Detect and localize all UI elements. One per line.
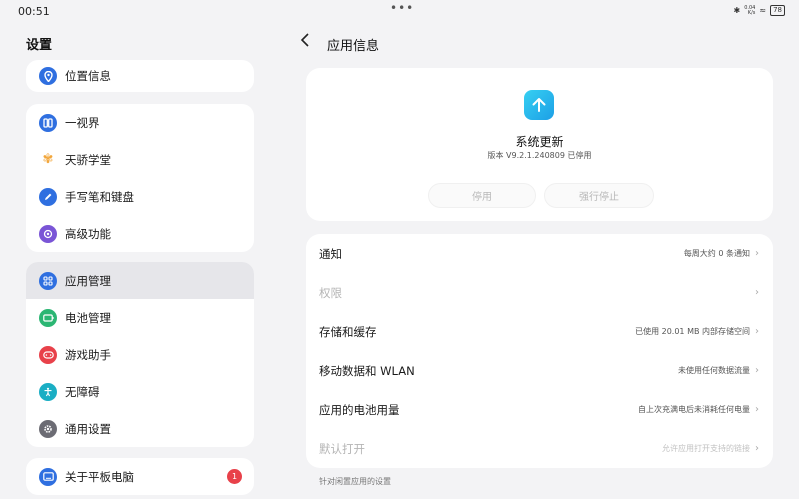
setting-label: 移动数据和 WLAN: [319, 363, 415, 378]
advanced-icon: [39, 224, 57, 243]
chevron-right-icon: ›: [755, 287, 759, 298]
apps-icon: [39, 271, 57, 290]
location-icon: [39, 67, 57, 85]
setting-row-notifications[interactable]: 通知 每周大约 0 条通知 ›: [306, 234, 773, 273]
status-icons: ✱ 0.04 K/s ≈ 78: [734, 5, 785, 16]
sidebar-item-label: 手写笔和键盘: [65, 189, 134, 204]
setting-row-storage[interactable]: 存储和缓存 已使用 20.01 MB 内部存储空间 ›: [306, 312, 773, 351]
setting-row-mobile-data[interactable]: 移动数据和 WLAN 未使用任何数据流量 ›: [306, 351, 773, 390]
setting-value-wrap: 允许应用打开支持的链接 ›: [662, 443, 759, 454]
setting-value: 自上次充满电后未消耗任何电量: [638, 405, 750, 414]
pen-icon: [39, 187, 57, 206]
settings-group-about: 关于平板电脑 1: [26, 458, 254, 495]
gear-icon: [39, 419, 57, 438]
tablet-icon: [39, 467, 57, 486]
force-stop-button[interactable]: 强行停止: [544, 183, 654, 208]
app-header-card: 系统更新 版本 V9.2.1.240809 已停用 停用 强行停止: [306, 68, 773, 221]
setting-row-permissions[interactable]: 权限 ›: [306, 273, 773, 312]
battery-indicator: 78: [770, 5, 785, 16]
sidebar-item-label: 无障碍: [65, 384, 100, 399]
sidebar-item-label: 天骄学堂: [65, 152, 111, 167]
sidebar-title: 设置: [26, 38, 53, 53]
setting-label: 权限: [319, 285, 342, 300]
setting-value-wrap: 已使用 20.01 MB 内部存储空间 ›: [635, 326, 759, 337]
settings-group-system: 应用管理 电池管理 游戏助手 无障碍 通用设置: [26, 262, 254, 447]
butterfly-icon: ✾: [42, 152, 54, 167]
sidebar-item-label: 游戏助手: [65, 347, 111, 362]
accessibility-icon: [39, 382, 57, 401]
sidebar-item-label: 一视界: [65, 115, 100, 130]
split-screen-icon: [39, 113, 57, 132]
chevron-right-icon: ›: [755, 404, 759, 415]
setting-label: 默认打开: [319, 441, 365, 456]
status-time: 00:51: [18, 5, 50, 18]
wifi-icon: ≈: [759, 6, 767, 15]
gamepad-icon: [39, 345, 57, 364]
app-name: 系统更新: [515, 135, 564, 149]
section-header-unused-apps: 针对闲置应用的设置: [319, 477, 391, 486]
setting-value: 已使用 20.01 MB 内部存储空间: [635, 327, 750, 336]
sidebar-item-general-settings[interactable]: 通用设置: [26, 410, 254, 447]
sidebar-item-split-view[interactable]: 一视界: [26, 104, 254, 141]
setting-label: 通知: [319, 246, 342, 261]
page-title: 应用信息: [327, 39, 380, 54]
app-info-pane: 应用信息 系统更新 版本 V9.2.1.240809 已停用 停用 强行停止 通…: [280, 24, 799, 499]
sidebar-item-label: 位置信息: [65, 69, 111, 83]
sidebar-item-about-tablet[interactable]: 关于平板电脑 1: [26, 458, 254, 495]
sidebar-item-game-assistant[interactable]: 游戏助手: [26, 336, 254, 373]
settings-sidebar: 设置 位置信息 一视界 ✾ 天骄学堂 手写笔和键盘 高级功能 应用管理 电池管理…: [0, 24, 280, 499]
network-speed: 0.04 K/s: [744, 4, 756, 16]
setting-value-wrap: 每周大约 0 条通知 ›: [684, 248, 759, 259]
sidebar-item-stylus-keyboard[interactable]: 手写笔和键盘: [26, 178, 254, 215]
sidebar-item-app-management[interactable]: 应用管理: [26, 262, 254, 299]
sidebar-item-battery[interactable]: 电池管理: [26, 299, 254, 336]
notification-badge: 1: [227, 469, 242, 484]
back-button[interactable]: [300, 32, 310, 51]
chevron-right-icon: ›: [755, 248, 759, 259]
setting-value-wrap: 自上次充满电后未消耗任何电量 ›: [638, 404, 759, 415]
setting-value: 允许应用打开支持的链接: [662, 444, 750, 453]
disable-button[interactable]: 停用: [428, 183, 536, 208]
sidebar-item-location[interactable]: 位置信息: [26, 60, 254, 92]
status-bar: 00:51 ••• ✱ 0.04 K/s ≈ 78: [0, 0, 799, 24]
settings-group-features: 一视界 ✾ 天骄学堂 手写笔和键盘 高级功能: [26, 104, 254, 252]
chevron-right-icon: ›: [755, 365, 759, 376]
multitask-dots[interactable]: •••: [390, 1, 414, 15]
bluetooth-icon: ✱: [733, 6, 741, 15]
setting-label: 应用的电池用量: [319, 402, 400, 417]
setting-label: 存储和缓存: [319, 324, 377, 339]
sidebar-item-advanced[interactable]: 高级功能: [26, 215, 254, 252]
sidebar-item-label: 通用设置: [65, 421, 111, 436]
setting-value-wrap: 未使用任何数据流量 ›: [678, 365, 759, 376]
chevron-right-icon: ›: [755, 443, 759, 454]
sidebar-item-label: 应用管理: [65, 273, 111, 288]
setting-row-battery-usage[interactable]: 应用的电池用量 自上次充满电后未消耗任何电量 ›: [306, 390, 773, 429]
sidebar-item-label: 关于平板电脑: [65, 469, 134, 484]
app-icon: [524, 90, 554, 120]
sidebar-item-label: 高级功能: [65, 226, 111, 241]
chevron-left-icon: [300, 33, 309, 47]
chevron-right-icon: ›: [755, 326, 759, 337]
battery-icon: [39, 308, 57, 327]
app-version: 版本 V9.2.1.240809 已停用: [487, 151, 592, 160]
setting-value: 每周大约 0 条通知: [683, 249, 750, 258]
setting-value-wrap: ›: [750, 287, 759, 298]
settings-group-location: 位置信息: [26, 60, 254, 92]
app-settings-card: 通知 每周大约 0 条通知 › 权限 › 存储和缓存 已使用 20.01 MB 内…: [306, 234, 773, 468]
sidebar-item-accessibility[interactable]: 无障碍: [26, 373, 254, 410]
setting-value: 未使用任何数据流量: [678, 366, 750, 375]
setting-row-open-by-default[interactable]: 默认打开 允许应用打开支持的链接 ›: [306, 429, 773, 468]
sidebar-item-label: 电池管理: [65, 310, 111, 325]
sidebar-item-tianjiao-school[interactable]: ✾ 天骄学堂: [26, 141, 254, 178]
arrow-up-icon: [532, 98, 546, 112]
